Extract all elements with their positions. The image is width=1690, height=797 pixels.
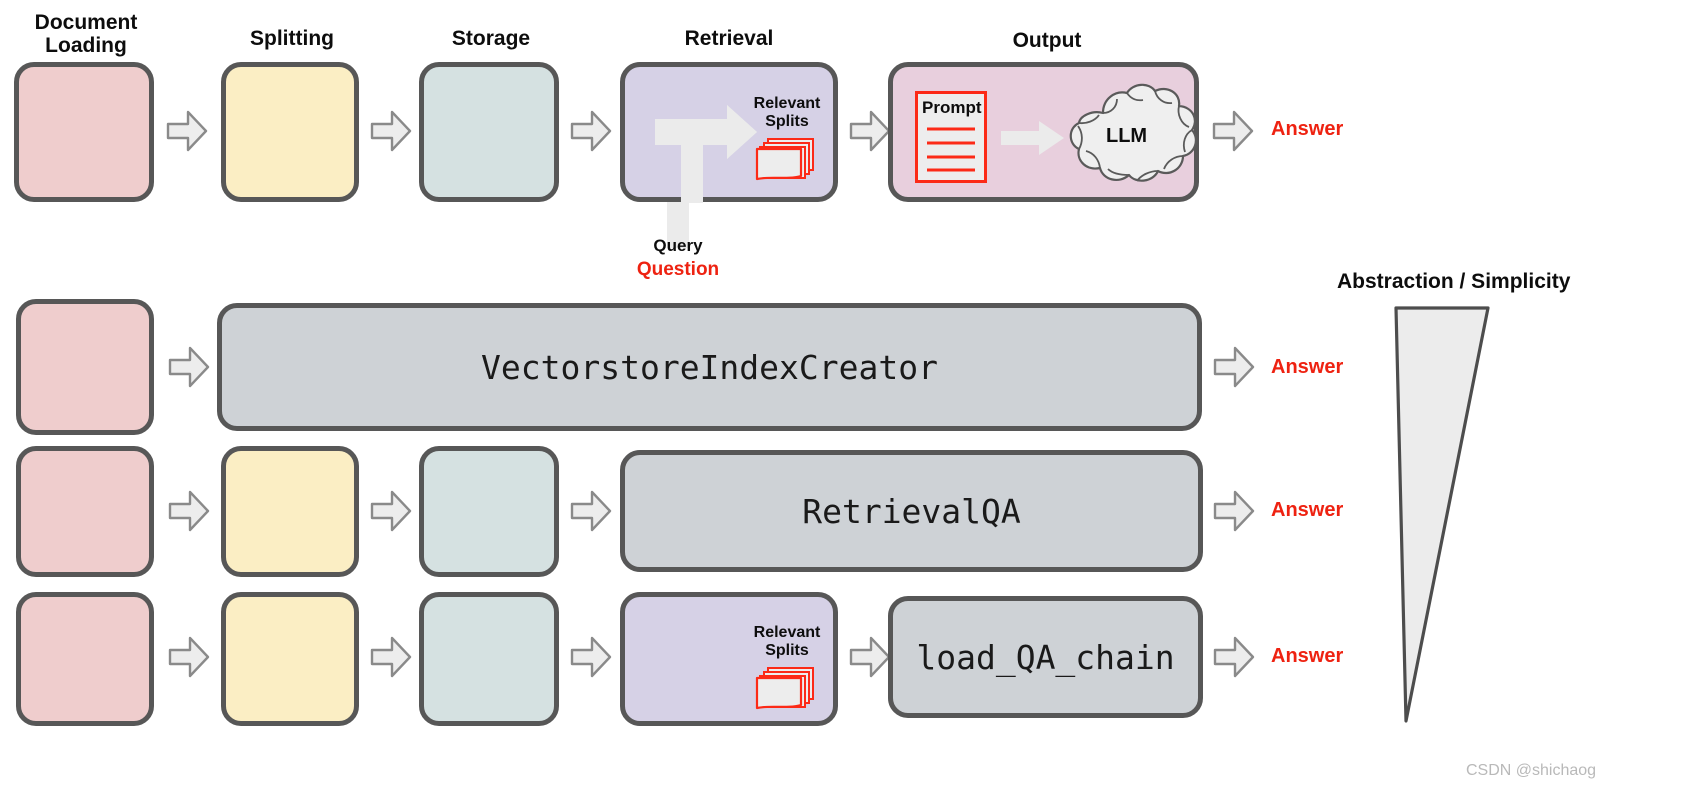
row3-document-loading-box[interactable]	[16, 446, 154, 577]
row4-retrieval-box[interactable]: Relevant Splits	[620, 592, 838, 726]
prompt-label: Prompt	[922, 98, 982, 117]
row4-arrow-1-icon	[168, 634, 210, 680]
stacked-documents-icon	[755, 136, 817, 182]
row3-answer-label: Answer	[1271, 499, 1344, 521]
row3-splitting-box[interactable]	[221, 446, 359, 577]
stage-caption-retrieval: Retrieval	[684, 27, 774, 50]
stage-caption-storage: Storage	[451, 27, 531, 50]
stage-caption-document-loading: Document Loading	[34, 11, 138, 57]
row4-storage-box[interactable]	[419, 592, 559, 726]
prompt-to-llm-arrow-icon	[1001, 119, 1065, 157]
row3-retrievalqa-box[interactable]: RetrievalQA	[620, 450, 1203, 572]
watermark: CSDN @shichaog	[1466, 762, 1597, 779]
row1-storage-box[interactable]	[419, 62, 559, 202]
row1-document-loading-box[interactable]	[14, 62, 154, 202]
row4-arrow-2-icon	[370, 634, 412, 680]
query-label: Query	[653, 236, 703, 255]
row2-vectorstore-index-creator-box[interactable]: VectorstoreIndexCreator	[217, 303, 1202, 431]
row4-load-qa-chain-box[interactable]: load_QA_chain	[888, 596, 1203, 718]
retrieval-box-contents: Relevant Splits	[625, 67, 833, 203]
row1-splitting-box[interactable]	[221, 62, 359, 202]
abstraction-title: Abstraction / Simplicity	[1337, 270, 1571, 293]
row1-arrow-5-icon	[1212, 108, 1254, 154]
relevant-splits-label: Relevant Splits	[753, 95, 821, 130]
question-label: Question	[636, 259, 720, 280]
row3-arrow-4-icon	[1213, 488, 1255, 534]
row3-arrow-2-icon	[370, 488, 412, 534]
row1-arrow-3-icon	[570, 108, 612, 154]
diagram-canvas: Document Loading Splitting Storage Retri…	[0, 0, 1690, 797]
output-box-contents: Prompt LLM	[893, 67, 1197, 197]
abstraction-wedge-icon	[1390, 305, 1510, 725]
row3-storage-box[interactable]	[419, 446, 559, 577]
stage-caption-output: Output	[1012, 29, 1082, 52]
row1-retrieval-box[interactable]: Relevant Splits	[620, 62, 838, 203]
row2-arrow-1-icon	[168, 344, 210, 390]
row1-arrow-2-icon	[370, 108, 412, 154]
stage-caption-splitting: Splitting	[250, 27, 334, 50]
row2-document-loading-box[interactable]	[16, 299, 154, 435]
row4-relevant-splits-label: Relevant Splits	[753, 624, 821, 659]
row2-answer-label: Answer	[1271, 356, 1344, 378]
row4-stacked-documents-icon	[755, 665, 817, 711]
row4-retrieval-contents: Relevant Splits	[625, 597, 833, 721]
row3-arrow-3-icon	[570, 488, 612, 534]
row4-document-loading-box[interactable]	[16, 592, 154, 726]
row4-arrow-4-icon	[849, 634, 891, 680]
row4-chain-label: load_QA_chain	[916, 637, 1175, 677]
llm-label: LLM	[1106, 125, 1148, 147]
row1-answer-label: Answer	[1271, 118, 1344, 140]
row2-arrow-2-icon	[1213, 344, 1255, 390]
row4-arrow-3-icon	[570, 634, 612, 680]
row1-output-box[interactable]: Prompt LLM	[888, 62, 1199, 202]
row3-arrow-1-icon	[168, 488, 210, 534]
row4-answer-label: Answer	[1271, 645, 1344, 667]
row4-splitting-box[interactable]	[221, 592, 359, 726]
row2-chain-label: VectorstoreIndexCreator	[481, 347, 938, 387]
row3-chain-label: RetrievalQA	[802, 491, 1021, 531]
row1-arrow-1-icon	[166, 108, 208, 154]
row4-arrow-5-icon	[1213, 634, 1255, 680]
row1-arrow-4-icon	[849, 108, 891, 154]
